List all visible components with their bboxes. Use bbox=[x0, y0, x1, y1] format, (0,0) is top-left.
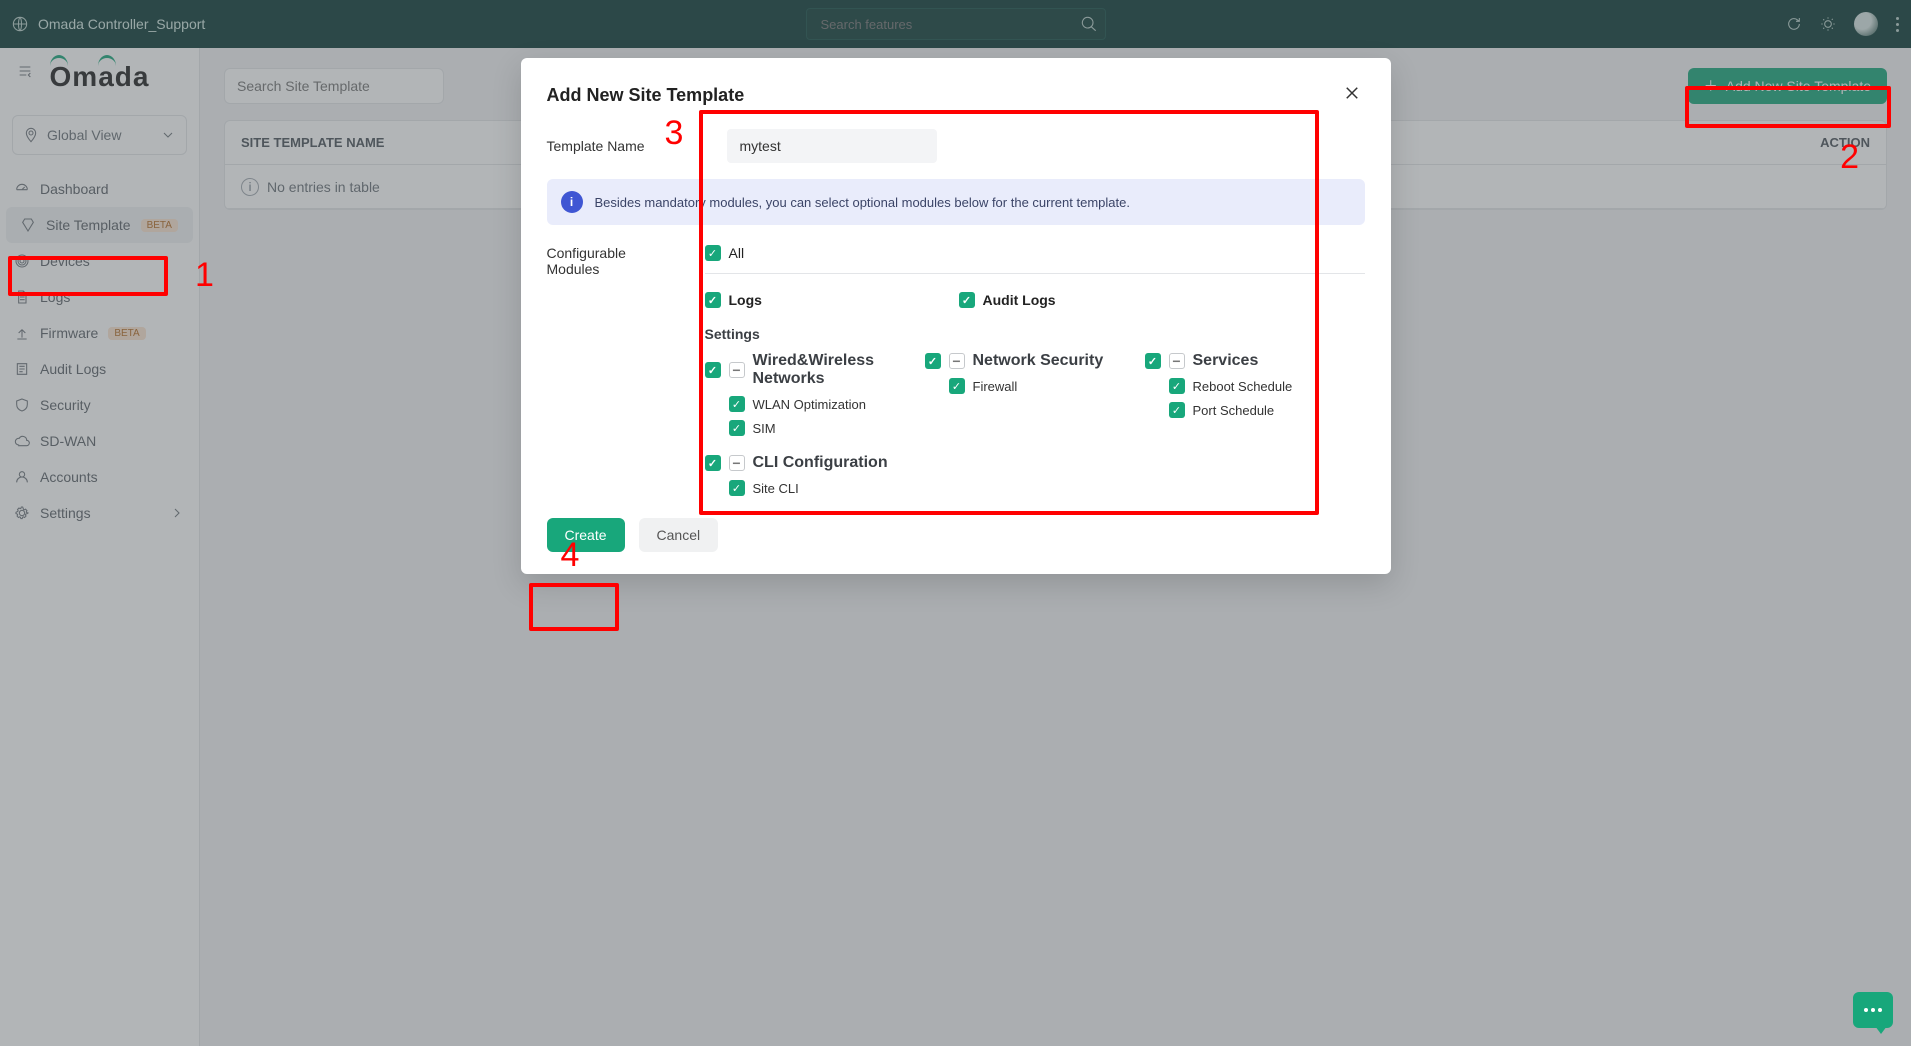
collapse-icon[interactable]: − bbox=[1169, 353, 1185, 369]
reboot-label[interactable]: Reboot Schedule bbox=[1193, 379, 1293, 394]
config-modules-label: Configurable Modules bbox=[547, 239, 675, 496]
divider bbox=[705, 273, 1365, 274]
netsec-label: Network Security bbox=[973, 352, 1104, 370]
cli-label: CLI Configuration bbox=[753, 454, 888, 472]
modal-title: Add New Site Template bbox=[547, 85, 745, 106]
checkbox-logs[interactable]: ✓Logs bbox=[705, 292, 915, 308]
template-name-input[interactable] bbox=[727, 129, 937, 163]
chat-fab[interactable] bbox=[1853, 992, 1893, 1028]
wlan-opt-label[interactable]: WLAN Optimization bbox=[753, 397, 866, 412]
cancel-label: Cancel bbox=[657, 527, 701, 543]
collapse-icon[interactable]: − bbox=[729, 455, 745, 471]
checkbox-netsec-group[interactable]: ✓− Network Security bbox=[925, 352, 1145, 370]
port-label[interactable]: Port Schedule bbox=[1193, 403, 1275, 418]
firewall-label[interactable]: Firewall bbox=[973, 379, 1018, 394]
collapse-icon[interactable]: − bbox=[729, 362, 745, 378]
info-icon: i bbox=[561, 191, 583, 213]
checkbox-audit-logs[interactable]: ✓Audit Logs bbox=[959, 292, 1056, 308]
collapse-icon[interactable]: − bbox=[949, 353, 965, 369]
checkbox-all[interactable]: ✓All bbox=[705, 245, 745, 261]
checkbox-cli-group[interactable]: ✓− CLI Configuration bbox=[705, 454, 1365, 472]
logs-label: Logs bbox=[729, 292, 762, 308]
sim-label[interactable]: SIM bbox=[753, 421, 776, 436]
cancel-button[interactable]: Cancel bbox=[639, 518, 719, 552]
site-cli-label[interactable]: Site CLI bbox=[753, 481, 799, 496]
template-name-label: Template Name bbox=[547, 138, 697, 154]
services-label: Services bbox=[1193, 352, 1259, 370]
wired-label: Wired&Wireless Networks bbox=[753, 352, 925, 388]
info-text: Besides mandatory modules, you can selec… bbox=[595, 195, 1130, 210]
info-banner: i Besides mandatory modules, you can sel… bbox=[547, 179, 1365, 225]
checkbox-services-group[interactable]: ✓− Services bbox=[1145, 352, 1365, 370]
add-site-template-modal: Add New Site Template Template Name i Be… bbox=[521, 58, 1391, 574]
audit-logs-label: Audit Logs bbox=[983, 292, 1056, 308]
all-label: All bbox=[729, 245, 745, 261]
settings-section-title: Settings bbox=[705, 326, 1365, 342]
checkbox-wired-group[interactable]: ✓− Wired&Wireless Networks bbox=[705, 352, 925, 388]
close-icon[interactable] bbox=[1339, 80, 1365, 111]
create-label: Create bbox=[565, 527, 607, 543]
create-button[interactable]: Create bbox=[547, 518, 625, 552]
